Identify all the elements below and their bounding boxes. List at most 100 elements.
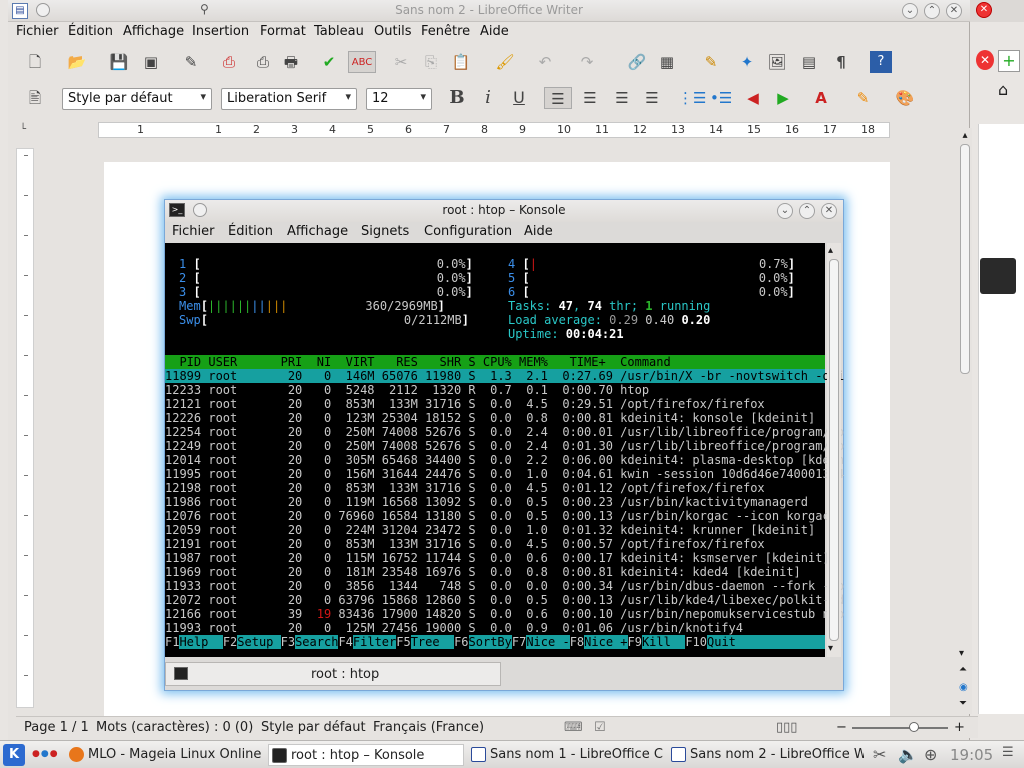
process-row[interactable]: 11933 root 20 0 3856 1344 748 S 0.0 0.0 … <box>165 579 844 593</box>
add-icon[interactable]: + <box>998 50 1020 72</box>
process-row[interactable]: 12226 root 20 0 123M 25304 18152 S 0.0 0… <box>165 411 825 425</box>
menu-signets[interactable]: Signets <box>361 224 409 239</box>
underline-icon[interactable]: U <box>508 87 530 109</box>
view-layout-icon[interactable]: ▯▯▯ <box>776 720 797 735</box>
autospellcheck-icon[interactable]: ABC <box>348 51 376 73</box>
close-icon[interactable]: ✕ <box>976 2 992 18</box>
process-row[interactable]: 12076 root 20 0 76960 16584 13180 S 0.0 … <box>165 509 830 523</box>
fontwork-icon[interactable]: ✎ <box>700 51 722 73</box>
navigation-icon[interactable]: ◉ <box>959 682 968 693</box>
vertical-ruler[interactable] <box>16 148 34 708</box>
table-icon[interactable]: ▦ <box>656 51 678 73</box>
scroll-up-icon[interactable]: ▴ <box>828 245 833 256</box>
status-language[interactable]: Français (France) <box>373 720 484 735</box>
font-name-select[interactable]: Liberation Serif ▾ <box>221 88 357 110</box>
justify-icon[interactable]: ☰ <box>641 87 663 109</box>
process-row[interactable]: 12166 root 39 19 83436 17900 14820 S 0.0… <box>165 607 844 621</box>
menu-configuration[interactable]: Configuration <box>424 224 512 239</box>
fkey-key[interactable]: F7 <box>511 635 527 649</box>
fkey-key[interactable]: F4 <box>338 635 353 649</box>
spellcheck-icon[interactable]: ✔ <box>318 51 340 73</box>
fkey-label[interactable]: Setup <box>237 635 280 649</box>
formatting-marks-icon[interactable]: ¶ <box>830 51 852 73</box>
fkey-label[interactable]: Tree <box>411 635 454 649</box>
background-color-icon[interactable]: 🎨 <box>894 87 916 109</box>
fkey-label[interactable]: Nice - <box>526 635 569 649</box>
activities-icon[interactable]: ●●● <box>32 749 59 759</box>
menu-edition[interactable]: Édition <box>68 24 113 39</box>
cut-icon[interactable]: ✂ <box>390 51 412 73</box>
process-row[interactable]: 12121 root 20 0 853M 133M 31716 S 0.0 4.… <box>165 397 825 411</box>
align-center-icon[interactable]: ☰ <box>579 87 601 109</box>
close-icon[interactable]: ✕ <box>946 3 962 19</box>
task-writer-2[interactable]: Sans nom 2 - LibreOffice W <box>668 744 864 766</box>
fkey-key[interactable]: F10 <box>685 635 707 649</box>
redo-icon[interactable]: ↷ <box>576 51 598 73</box>
copy-icon[interactable]: ⎘ <box>420 51 442 73</box>
fkey-label[interactable]: Kill <box>642 635 685 649</box>
terminal-screen[interactable]: 1 [0.0%] 2 [0.0%] 3 [0.0%] Mem[|||||||||… <box>165 243 844 657</box>
process-row[interactable]: 12059 root 20 0 224M 31204 23472 S 0.0 1… <box>165 523 825 537</box>
menu-insertion[interactable]: Insertion <box>192 24 249 39</box>
font-size-select[interactable]: 12 ▾ <box>366 88 432 110</box>
fkey-label[interactable]: Search <box>295 635 338 649</box>
scroll-down-icon[interactable]: ▾ <box>959 648 964 659</box>
scrollbar-thumb[interactable] <box>960 144 970 374</box>
styles-formatting-icon[interactable]: 🖹 <box>24 87 46 109</box>
menu-affichage[interactable]: Affichage <box>123 24 184 39</box>
process-row[interactable]: 12254 root 20 0 250M 74008 52676 S 0.0 2… <box>165 425 844 439</box>
fkey-key[interactable]: F3 <box>280 635 296 649</box>
bold-icon[interactable]: B <box>446 87 468 109</box>
edit-mode-icon[interactable]: ✎ <box>180 51 202 73</box>
menu-fichier[interactable]: Fichier <box>16 24 59 39</box>
save-as-icon[interactable]: ▣ <box>140 51 162 73</box>
align-left-icon[interactable]: ☰ <box>544 87 572 109</box>
process-row[interactable]: 12198 root 20 0 853M 133M 31716 S 0.0 4.… <box>165 481 825 495</box>
insert-mode-icon[interactable]: ⌨ <box>564 720 583 735</box>
undo-icon[interactable]: ↶ <box>534 51 556 73</box>
navigator-icon[interactable]: ✦ <box>736 51 758 73</box>
network-icon[interactable]: ⊕ <box>924 745 937 764</box>
tab-stop-icon[interactable]: └ <box>20 124 26 135</box>
fkey-key[interactable]: F2 <box>222 635 238 649</box>
kde-menu-icon[interactable]: K <box>3 744 25 766</box>
minimize-icon[interactable]: ⌄ <box>777 203 793 219</box>
fkey-label[interactable]: Quit <box>707 635 736 649</box>
process-row[interactable]: 11993 root 20 0 125M 27456 19000 S 0.0 0… <box>165 621 825 635</box>
paste-icon[interactable]: 📋 <box>450 51 472 73</box>
process-row[interactable]: 12072 root 20 0 63796 15868 12860 S 0.0 … <box>165 593 844 607</box>
increase-indent-icon[interactable]: ▶ <box>772 87 794 109</box>
save-icon[interactable]: 💾 <box>108 51 130 73</box>
open-icon[interactable]: 📂 <box>66 51 88 73</box>
next-page-icon[interactable]: ⏷ <box>959 698 967 709</box>
bullets-icon[interactable]: •☰ <box>710 87 732 109</box>
gallery-icon[interactable]: 🖼 <box>766 51 788 73</box>
fkey-label[interactable]: SortBy <box>469 635 512 649</box>
task-firefox[interactable]: MLO - Mageia Linux Online <box>66 744 262 766</box>
zoom-in-icon[interactable]: + <box>954 720 965 735</box>
menu-fichier[interactable]: Fichier <box>172 224 215 239</box>
font-color-icon[interactable]: A <box>810 87 832 109</box>
volume-icon[interactable]: 🔈 <box>898 745 918 764</box>
menu-edition[interactable]: Édition <box>228 224 273 239</box>
new-document-icon[interactable]: 🗋 <box>24 51 46 73</box>
task-writer-1[interactable]: Sans nom 1 - LibreOffice C <box>468 744 664 766</box>
stop-icon[interactable]: ✕ <box>976 50 994 70</box>
scrollbar-thumb[interactable] <box>829 259 839 641</box>
scroll-down-icon[interactable]: ▾ <box>828 643 833 654</box>
maximize-icon[interactable]: ⌃ <box>924 3 940 19</box>
zoom-out-icon[interactable]: − <box>836 720 847 735</box>
process-row[interactable]: 12233 root 20 0 5248 2112 1320 R 0.7 0.1… <box>165 383 825 397</box>
horizontal-ruler[interactable]: 1 1 2 3 4 5 6 7 8 9 10 11 12 13 14 15 16 17 18 <box>98 122 890 138</box>
zoom-slider[interactable] <box>852 727 948 729</box>
menu-aide[interactable]: Aide <box>480 24 509 39</box>
task-konsole[interactable]: root : htop – Konsole <box>268 744 464 766</box>
print-direct-icon[interactable]: ⎙ <box>252 51 274 73</box>
help-icon[interactable]: ? <box>870 51 892 73</box>
datasource-icon[interactable]: ▤ <box>798 51 820 73</box>
function-key-bar[interactable]: F1Help F2Setup F3SearchF4FilterF5Tree F6… <box>165 635 825 649</box>
export-pdf-icon[interactable]: ⎙ <box>218 51 240 73</box>
process-row[interactable]: 12191 root 20 0 853M 133M 31716 S 0.0 4.… <box>165 537 825 551</box>
hyperlink-icon[interactable]: 🔗 <box>626 51 648 73</box>
process-row[interactable]: 11987 root 20 0 115M 16752 11744 S 0.0 0… <box>165 551 830 565</box>
